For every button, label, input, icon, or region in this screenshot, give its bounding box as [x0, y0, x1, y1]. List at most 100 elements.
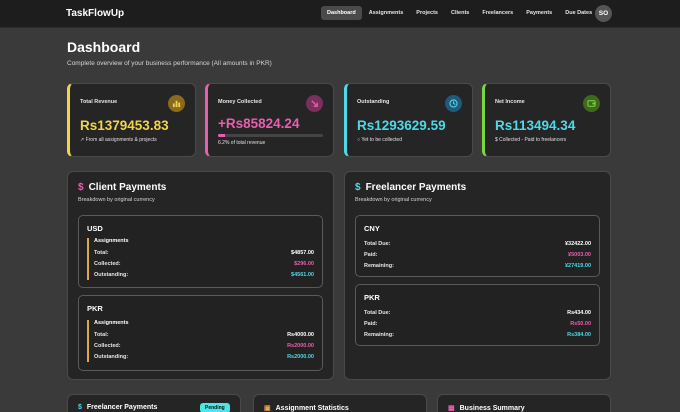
currency-box-usd: USD Assignments Total: $4857.00 Collected…	[78, 215, 323, 288]
currency-label: USD	[87, 224, 103, 233]
row-value: ¥27419.00	[565, 262, 591, 269]
stat-value: Rs113494.34	[495, 118, 576, 133]
freelancer-payments-title: Freelancer Payments	[365, 182, 467, 193]
row-label: Remaining:	[364, 331, 394, 338]
stat-label: Outstanding	[357, 99, 390, 105]
client-payments-title: Client Payments	[88, 182, 167, 193]
arrow-down-right-icon	[306, 95, 323, 112]
row-value: ¥5003.00	[568, 251, 591, 258]
card-title-text: Business Summary	[459, 404, 525, 412]
currency-box-cny: CNY Total Due: ¥32422.00 Paid: ¥5003.00 Re…	[355, 215, 600, 277]
stat-card-outstanding: Outstanding Rs1293629.59 ○ Yet to be col…	[344, 83, 473, 157]
nav-item-projects[interactable]: Projects	[410, 6, 444, 20]
stat-note: 6.2% of total revenue	[218, 140, 266, 146]
stat-label: Money Collected	[218, 99, 262, 105]
dollar-icon: $	[78, 404, 82, 411]
freelancer-payments-panel: $ Freelancer Payments Breakdown by origi…	[344, 171, 611, 380]
pending-badge: Pending	[200, 403, 230, 412]
card-title: ▩ Business Summary	[448, 404, 525, 412]
panel-title: $ Client Payments	[78, 182, 166, 193]
panel-subtitle: Breakdown by original currency	[78, 197, 155, 203]
client-payments-panel: $ Client Payments Breakdown by original …	[67, 171, 334, 380]
row-label: Outstanding:	[94, 271, 129, 278]
row-value: $296.00	[294, 260, 314, 267]
freelancer-breakdown: Total Due: Rs434.00 Paid: Rs50.00 Remainin…	[364, 307, 591, 340]
freelancer-breakdown: Total Due: ¥32422.00 Paid: ¥5003.00 Remain…	[364, 238, 591, 271]
row-label: Collected:	[94, 342, 121, 349]
currency-box-pkr: PKR Assignments Total: Rs4000.00 Collecte…	[78, 295, 323, 371]
paid-row: Paid: ¥5003.00	[364, 249, 591, 260]
briefcase-icon: ▣	[264, 405, 271, 412]
collection-progress-fill	[218, 134, 225, 137]
row-value: Rs2000.00	[287, 353, 314, 360]
row-value: ¥32422.00	[565, 240, 591, 247]
row-label: Remaining:	[364, 262, 394, 269]
collection-progress-bar	[218, 134, 323, 137]
section-label: Assignments	[94, 238, 129, 244]
collected-row: Collected: Rs2000.00	[94, 340, 314, 351]
panel-subtitle: Breakdown by original currency	[355, 197, 432, 203]
row-label: Total Due:	[364, 240, 391, 247]
row-value: Rs4000.00	[287, 331, 314, 338]
stat-note: ↗ From all assignments & projects	[80, 137, 157, 143]
stat-card-money-collected: Money Collected +Rs85824.24 6.2% of tota…	[205, 83, 334, 157]
row-value: Rs2000.00	[287, 342, 314, 349]
nav-links: Dashboard Assignments Projects Clients F…	[321, 6, 599, 20]
stat-value: Rs1379453.83	[80, 118, 169, 133]
row-label: Outstanding:	[94, 353, 129, 360]
currency-label: PKR	[87, 304, 103, 313]
currency-box-pkr: PKR Total Due: Rs434.00 Paid: Rs50.00 Rema…	[355, 284, 600, 346]
stat-note: $ Collected - Paid to freelancers	[495, 137, 567, 143]
stat-value: +Rs85824.24	[218, 116, 300, 131]
row-value: $4561.00	[291, 271, 314, 278]
remaining-row: Remaining: ¥27419.00	[364, 260, 591, 271]
section-label: Assignments	[94, 320, 129, 326]
nav-item-freelancers[interactable]: Freelancers	[476, 6, 519, 20]
card-title: ▣ Assignment Statistics	[264, 404, 349, 412]
assignments-breakdown: Assignments Total: $4857.00 Collected: $29…	[87, 238, 314, 280]
assignment-statistics-card: ▣ Assignment Statistics	[253, 394, 427, 412]
pending-freelancer-payments-card: $ Freelancer Payments Pending	[67, 394, 241, 412]
row-value: $4857.00	[291, 249, 314, 256]
stat-card-net-income: Net Income Rs113494.34 $ Collected - Pai…	[482, 83, 611, 157]
nav-item-assignments[interactable]: Assignments	[363, 6, 410, 20]
card-title: $ Freelancer Payments	[78, 404, 157, 411]
chart-icon: ▩	[448, 405, 455, 412]
card-title-text: Freelancer Payments	[86, 404, 158, 411]
row-label: Collected:	[94, 260, 121, 267]
wallet-icon	[583, 95, 600, 112]
total-due-row: Total Due: Rs434.00	[364, 307, 591, 318]
total-row: Total: $4857.00	[94, 247, 314, 258]
top-nav: TaskFlowUp Dashboard Assignments Project…	[0, 0, 680, 28]
nav-item-due-dates[interactable]: Due Dates	[559, 6, 598, 20]
nav-item-dashboard[interactable]: Dashboard	[321, 6, 362, 20]
currency-label: CNY	[364, 224, 380, 233]
page-subtitle: Complete overview of your business perfo…	[67, 60, 272, 67]
currency-label: PKR	[364, 293, 380, 302]
business-summary-card: ▩ Business Summary	[437, 394, 611, 412]
card-title-text: Assignment Statistics	[275, 404, 349, 412]
row-value: Rs434.00	[567, 309, 591, 316]
page-title: Dashboard	[67, 39, 141, 55]
assignments-breakdown: Assignments Total: Rs4000.00 Collected: Rs…	[87, 320, 314, 362]
nav-item-payments[interactable]: Payments	[520, 6, 558, 20]
brand-logo[interactable]: TaskFlowUp	[66, 8, 124, 19]
outstanding-row: Outstanding: Rs2000.00	[94, 351, 314, 362]
total-due-row: Total Due: ¥32422.00	[364, 238, 591, 249]
clock-icon	[445, 95, 462, 112]
panel-title: $ Freelancer Payments	[355, 182, 466, 193]
dollar-icon: $	[78, 182, 84, 193]
stat-label: Total Revenue	[80, 99, 118, 105]
nav-item-clients[interactable]: Clients	[445, 6, 475, 20]
stat-note: ○ Yet to be collected	[357, 137, 402, 143]
outstanding-row: Outstanding: $4561.00	[94, 269, 314, 280]
row-label: Total:	[94, 331, 109, 338]
stat-label: Net Income	[495, 99, 525, 105]
remaining-row: Remaining: Rs384.00	[364, 329, 591, 340]
stat-card-total-revenue: Total Revenue Rs1379453.83 ↗ From all as…	[67, 83, 196, 157]
collected-row: Collected: $296.00	[94, 258, 314, 269]
row-label: Total Due:	[364, 309, 391, 316]
row-label: Total:	[94, 249, 109, 256]
user-avatar[interactable]: SO	[595, 5, 612, 22]
row-label: Paid:	[364, 251, 378, 258]
